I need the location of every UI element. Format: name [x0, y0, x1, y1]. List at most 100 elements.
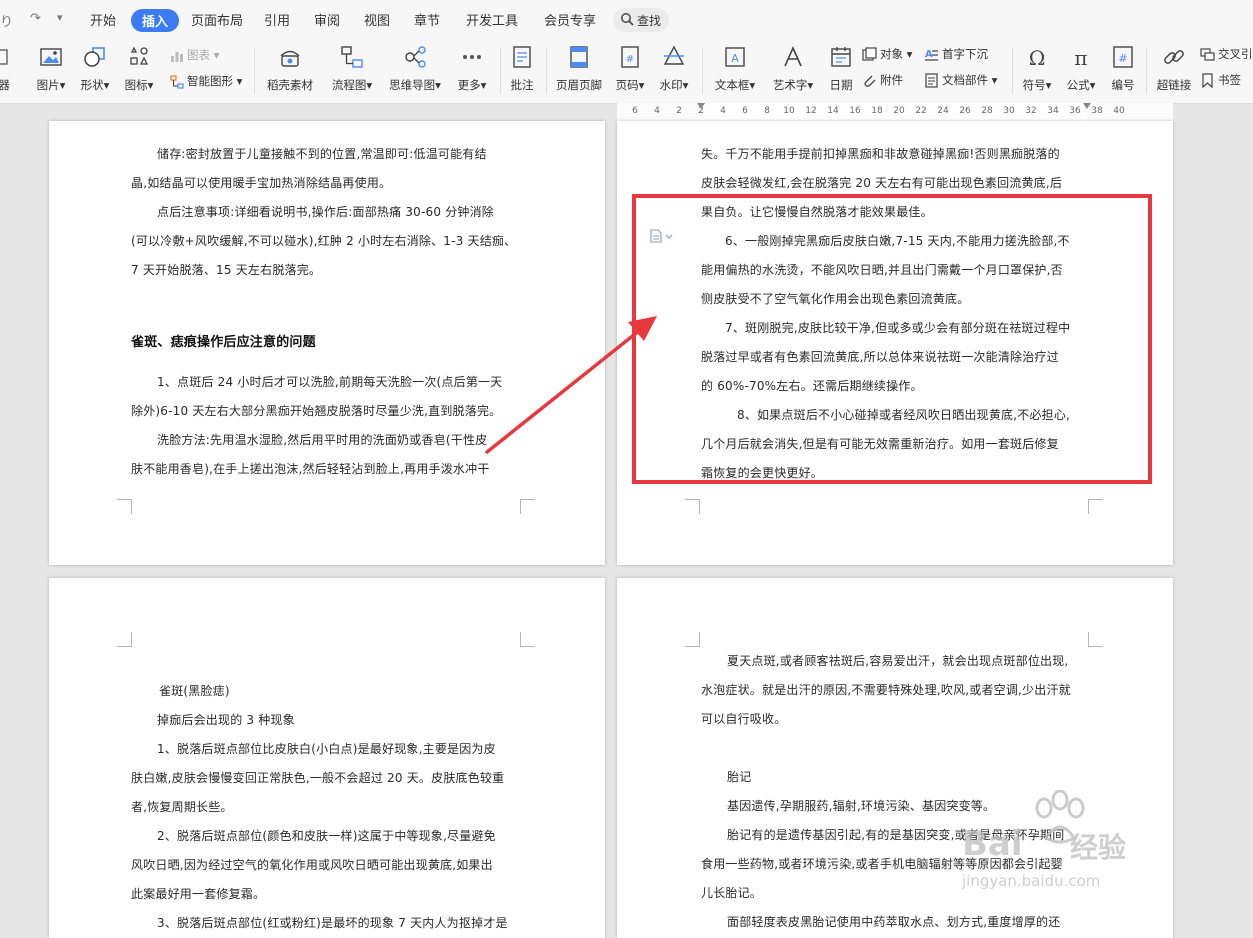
svg-text:Ω: Ω — [1029, 46, 1046, 70]
margin-corner-mark — [520, 499, 535, 514]
margin-corner-mark — [1088, 499, 1103, 514]
cross-ref-button[interactable]: 交叉引 — [1200, 44, 1253, 64]
watermark-icon — [663, 45, 685, 65]
bookmark-icon — [1202, 73, 1213, 89]
smart-art-button[interactable]: 智能图形 ▾ — [170, 71, 242, 91]
numbering-button[interactable]: # 编号 — [1108, 44, 1138, 98]
baidu-watermark: Bai 经验 jingyan.baidu.com — [960, 790, 1190, 900]
doc-parts-button[interactable]: 文档部件 ▾ — [924, 70, 997, 90]
hyperlink-button[interactable]: 超链接 — [1154, 44, 1194, 98]
attachment-button[interactable]: 附件 — [862, 70, 903, 90]
smart-art-icon — [170, 75, 184, 89]
textbox-icon: A — [725, 47, 745, 67]
more-label: 更多▾ — [457, 78, 487, 92]
tab-member[interactable]: 会员专享 — [544, 10, 596, 29]
paragraph-line: 肤不能用香皂),在手上搓出泡沫,然后轻轻沾到脸上,再用手泼水冲干 — [131, 462, 490, 476]
calendar-icon — [831, 47, 851, 67]
symbol-button[interactable]: Ω 符号▾ — [1018, 44, 1056, 98]
partial-left-button[interactable]: 器 — [0, 44, 12, 98]
shape-icon — [84, 47, 105, 67]
paragraph-line: 1、脱落后斑点部位比皮肤白(小白点)是最好现象,主要是因为皮 — [157, 742, 496, 756]
drop-cap-icon: A — [925, 49, 938, 61]
ruler-tick-label: 40 — [1113, 106, 1125, 116]
paragraph-line: 基因遗传,孕期服药,辐射,环境污染、基因突变等。 — [727, 799, 996, 813]
shape-button[interactable]: 形状▾ — [76, 44, 114, 98]
page-number-button[interactable]: # 页码▾ — [612, 44, 648, 98]
tab-home[interactable]: 开始 — [90, 10, 116, 29]
search-label: 查找 — [637, 14, 662, 28]
ruler-tick-label: 18 — [871, 106, 883, 116]
formula-label: 公式▾ — [1066, 78, 1096, 92]
textbox-label: 文本框▾ — [714, 78, 756, 92]
comment-button[interactable]: 批注 — [506, 44, 538, 98]
wordart-label: 艺术字▾ — [772, 78, 814, 92]
left-indent-marker[interactable] — [697, 103, 705, 109]
watermark-url: jingyan.baidu.com — [962, 872, 1101, 890]
tab-view[interactable]: 视图 — [364, 10, 390, 29]
page-number-icon: # — [621, 46, 639, 68]
tab-chapter[interactable]: 章节 — [414, 10, 440, 29]
chart-button[interactable]: 图表 ▾ — [170, 45, 219, 65]
redo-button[interactable]: ↷ — [30, 11, 41, 26]
tab-page-layout[interactable]: 页面布局 — [191, 10, 243, 29]
paragraph-line: 3、脱落后斑点部位(红或粉红)是最坏的现象 7 天内人为抠掉才是 — [157, 916, 508, 930]
object-button[interactable]: 对象 ▾ — [862, 44, 912, 64]
tab-developer[interactable]: 开发工具 — [466, 10, 518, 29]
wordart-button[interactable]: 艺术字▾ — [768, 44, 818, 98]
material-button[interactable]: 稻壳素材 — [264, 44, 316, 98]
paragraph-line: 肤白嫩,皮肤会慢慢变回正常肤色,一般不会超过 20 天。皮肤底色较重 — [131, 771, 505, 785]
ruler-tick-label: 36 — [1069, 106, 1081, 116]
watermark-brand-cn: 经验 — [1070, 831, 1127, 864]
ruler-tick-label: 8 — [764, 106, 770, 116]
margin-corner-mark — [685, 499, 700, 514]
quick-access-more-button[interactable]: ▾ — [57, 11, 63, 24]
right-indent-marker[interactable] — [1083, 103, 1091, 109]
tab-references[interactable]: 引用 — [264, 10, 290, 29]
symbol-label: 符号▾ — [1022, 78, 1052, 92]
icon-button[interactable]: 图标▾ — [120, 44, 158, 98]
drop-cap-button[interactable]: A 首字下沉 — [924, 44, 988, 64]
numbering-icon: # — [1113, 46, 1133, 68]
cross-ref-icon — [1200, 48, 1215, 61]
doc-parts-icon — [925, 73, 938, 88]
insert-ribbon: 器 图片▾ 形状▾ 图标▾ 图表 ▾ 智能图形 ▾ 稻壳素材 流程图▾ 思维导图… — [0, 40, 1253, 104]
picture-button[interactable]: 图片▾ — [32, 44, 70, 98]
horizontal-ruler[interactable]: 6 4 2 2 4 6 8 10 12 14 16 18 20 22 24 26 28 30 32 34 36 38 40 — [617, 103, 1173, 122]
comment-icon — [513, 46, 531, 68]
paragraph-line: 1、点斑后 24 小时后才可以洗脸,前期每天洗脸一次(点后第一天 — [157, 375, 503, 389]
tab-insert[interactable]: 插入 — [131, 9, 180, 32]
textbox-button[interactable]: A 文本框▾ — [712, 44, 758, 98]
margin-corner-mark — [117, 499, 132, 514]
svg-text:A: A — [731, 52, 739, 65]
ruler-tick-label: 4 — [720, 106, 726, 116]
flowchart-icon — [341, 46, 363, 68]
ruler-tick-label: 6 — [742, 106, 748, 116]
link-icon — [1164, 50, 1184, 64]
formula-button[interactable]: π 公式▾ — [1062, 44, 1100, 98]
page-bottom-left: 雀斑(黑脸痣) 掉痂后会出现的 3 种现象 1、脱落后斑点部位比皮肤白(小白点)是最… — [49, 578, 605, 938]
paragraph-line: (可以冷敷+风吹缓解,不可以碰水),红肿 2 小时左右消除、1-3 天结痂、 — [131, 234, 517, 248]
watermark-label: 水印▾ — [659, 78, 689, 92]
undo-button[interactable]: り — [0, 11, 13, 30]
header-footer-button[interactable]: 页眉页脚 — [552, 44, 606, 98]
menu-tab-bar: り ↷ ▾ 开始 插入 页面布局 引用 审阅 视图 章节 开发工具 会员专享 查… — [0, 0, 1253, 41]
tab-review[interactable]: 审阅 — [314, 10, 340, 29]
flowchart-button[interactable]: 流程图▾ — [328, 44, 376, 98]
paragraph-line: 夏天点斑,或者顾客祛斑后,容易爱出汗，就会出现点斑部位出现, — [727, 654, 1069, 668]
ribbon-separator — [702, 48, 703, 94]
ruler-tick-label: 24 — [937, 106, 949, 116]
mindmap-button[interactable]: 思维导图▾ — [385, 44, 445, 98]
date-button[interactable]: 日期 — [826, 44, 856, 98]
flowchart-label: 流程图▾ — [331, 78, 373, 92]
bookmark-button[interactable]: 书签 — [1200, 70, 1241, 90]
margin-corner-mark — [520, 632, 535, 647]
paragraph-line: 风吹日晒,因为经过空气的氧化作用或风吹日晒可能出现黄底,如果出 — [131, 858, 493, 872]
header-footer-icon — [570, 46, 588, 68]
more-button[interactable]: 更多▾ — [453, 44, 491, 98]
margin-corner-mark — [685, 632, 700, 647]
watermark-button[interactable]: 水印▾ — [656, 44, 692, 98]
search-button[interactable]: 查找 — [613, 8, 669, 32]
ribbon-separator — [1146, 48, 1147, 94]
omega-icon: Ω — [1029, 46, 1046, 70]
section-heading: 雀斑、痣痕操作后应注意的问题 — [131, 335, 316, 350]
